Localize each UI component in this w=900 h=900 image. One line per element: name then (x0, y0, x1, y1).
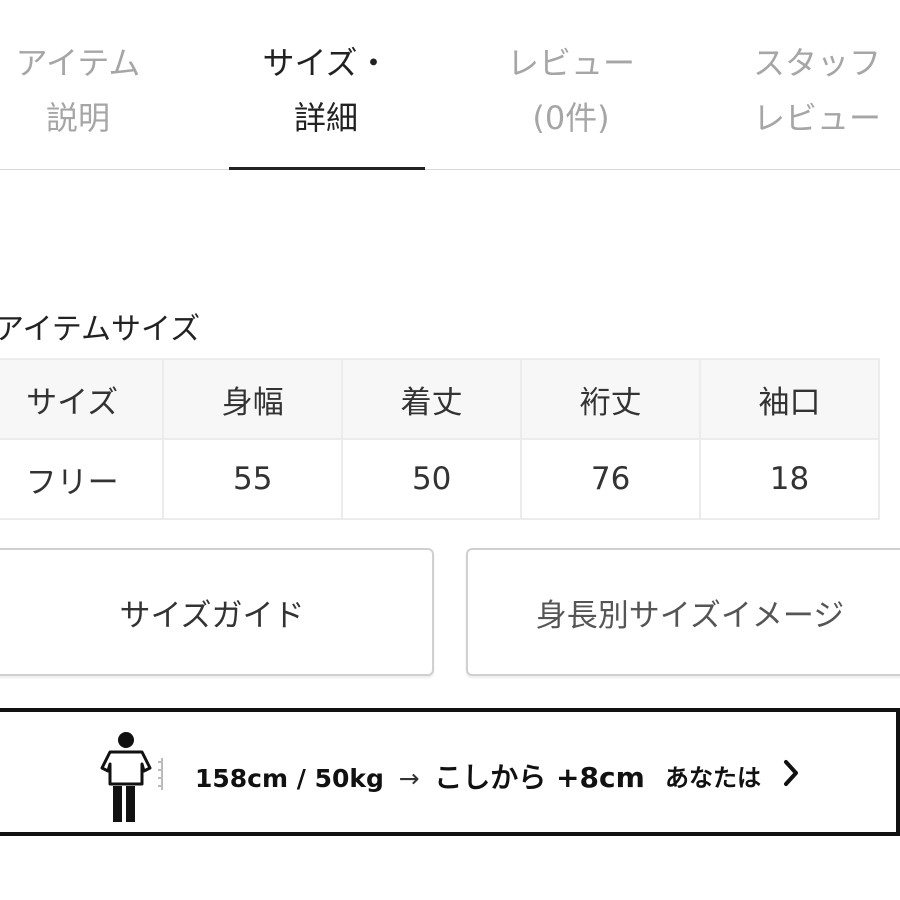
tab-label-line2: 説明 (45, 99, 110, 137)
tab-bar: アイテム 説明 サイズ・ 詳細 レビュー (0件) スタッフ レビュー (0, 0, 900, 170)
table-header-cell: 袖口 (699, 358, 880, 440)
tab-label-line1: レビュー (506, 44, 635, 82)
table-cell: 76 (520, 438, 702, 520)
tab-label-line2: (0件) (532, 99, 610, 137)
table-cell: 18 (699, 438, 880, 520)
table-header-cell: サイズ (0, 358, 165, 440)
tab-label-line1: スタッフ (752, 44, 881, 82)
person-icon (100, 732, 163, 822)
table-header-cell: 着丈 (341, 358, 523, 440)
table-header-cell: 身幅 (162, 358, 344, 440)
height-size-image-button[interactable]: 身長別サイズイメージ (466, 548, 900, 676)
table-cell: フリー (0, 438, 165, 520)
tab-item-description[interactable]: アイテム 説明 (0, 36, 178, 146)
tab-label-line1: アイテム (15, 44, 141, 82)
you-label: あなたは (665, 764, 761, 792)
section-title-item-size: アイテムサイズ (0, 312, 201, 347)
tab-reviews[interactable]: レビュー (0件) (471, 36, 671, 146)
fit-summary: 158cm / 50kg → こしから +8cm (195, 756, 645, 796)
table-header-cell: 裄丈 (520, 358, 702, 440)
arrow-right-icon: → (398, 764, 420, 793)
fit-recommendation-banner[interactable]: 158cm / 50kg → こしから +8cm あなたは (0, 708, 900, 836)
tab-label-line2: 詳細 (293, 99, 358, 137)
tab-label-line1: サイズ・ (262, 44, 390, 82)
chevron-right-icon (784, 760, 798, 786)
tab-size-details[interactable]: サイズ・ 詳細 (226, 36, 426, 146)
tab-label-line2: レビュー (752, 99, 881, 137)
table-cell: 50 (341, 438, 523, 520)
table-row: フリー 55 50 76 18 (0, 438, 880, 520)
size-table: サイズ 身幅 着丈 裄丈 袖口 フリー 55 50 76 18 (0, 358, 880, 520)
table-cell: 55 (162, 438, 344, 520)
body-stats: 158cm / 50kg (195, 764, 384, 793)
tab-staff-reviews[interactable]: スタッフ レビュー (717, 36, 900, 146)
size-guide-button[interactable]: サイズガイド (0, 548, 434, 676)
table-header-row: サイズ 身幅 着丈 裄丈 袖口 (0, 358, 880, 440)
fit-result: こしから +8cm (434, 761, 645, 794)
active-tab-indicator (229, 167, 425, 170)
